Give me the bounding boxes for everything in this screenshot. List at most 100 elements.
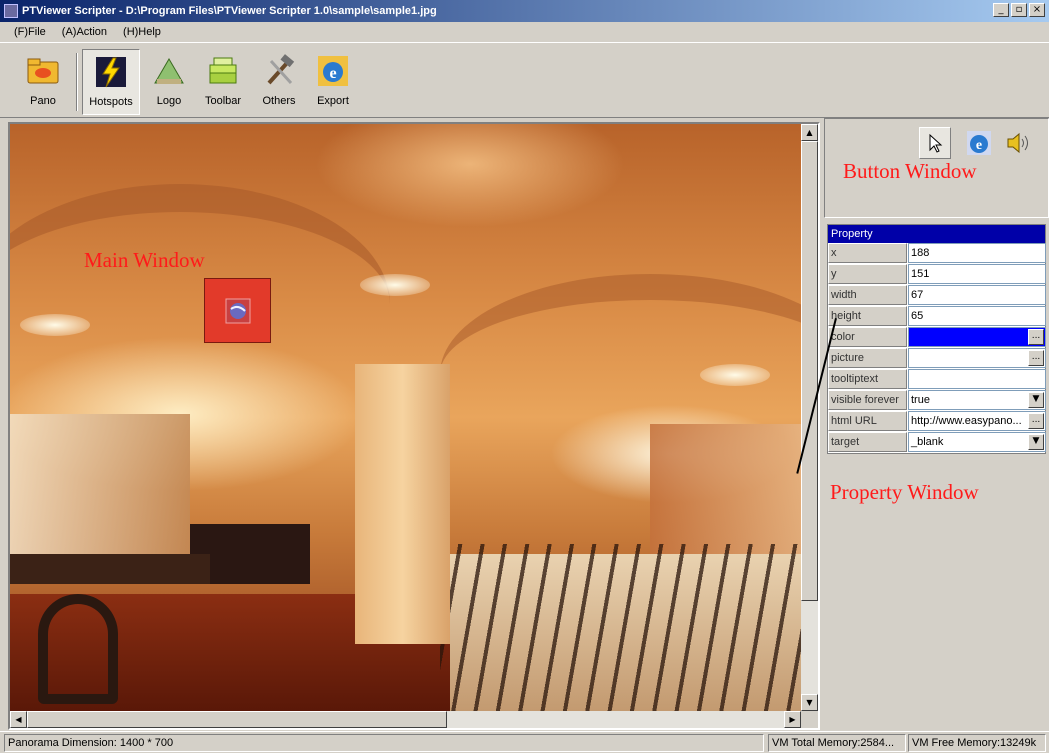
toolbar-export-button[interactable]: e Export [304,49,362,115]
property-key: picture [828,348,907,368]
main-window-callout: Main Window [84,248,205,272]
dining-wall [10,414,190,574]
property-row-y: y 151 [828,264,1046,285]
toolbar-others-label: Others [262,95,296,107]
property-row-x: x 188 [828,243,1046,264]
button-window: e Button Window [824,118,1049,218]
toolbar: Pano Hotspots Logo Toolbar Others e Expo… [0,42,1049,118]
property-picture-field[interactable]: ... [908,348,1046,368]
url-browse-button[interactable]: ... [1028,413,1044,429]
property-key: target [828,432,907,452]
chevron-down-icon[interactable]: ▼ [1028,434,1044,450]
menu-help[interactable]: (H)Help [121,25,163,39]
property-row-picture: picture ... [828,348,1046,369]
toolbar-toolbar-button[interactable]: Toolbar [194,49,252,115]
pointer-icon [929,133,943,153]
tools-icon [261,53,297,89]
property-color-swatch[interactable]: ... [908,327,1046,347]
total-memory-status: VM Total Memory:2584... [768,734,906,752]
property-key: html URL [828,411,907,431]
folder-icon [25,53,61,89]
maximize-button[interactable]: ▫ [1011,3,1027,17]
property-key: height [828,306,907,326]
picture-browse-button[interactable]: ... [1028,350,1044,366]
property-x-field[interactable]: 188 [908,243,1046,263]
property-key: color [828,327,907,347]
stair-railing [440,544,801,711]
property-row-visible-forever: visible forever true ▼ [828,390,1046,411]
scroll-left-button[interactable]: ◀ [10,711,27,728]
property-width-field[interactable]: 67 [908,285,1046,305]
target-value: _blank [911,436,944,448]
pillar [355,364,450,644]
property-key: y [828,264,907,284]
close-button[interactable]: × [1029,3,1045,17]
dining-table [10,554,210,584]
select-tool-button[interactable] [919,127,951,159]
property-key: visible forever [828,390,907,410]
scroll-right-button[interactable]: ▶ [784,711,801,728]
property-html-url-field[interactable]: http://www.easypano... ... [908,411,1046,431]
toolbar-logo-label: Logo [156,95,182,107]
scroll-up-button[interactable]: ▲ [801,124,818,141]
property-height-field[interactable]: 65 [908,306,1046,326]
toolbar-toolbar-label: Toolbar [204,95,242,107]
menu-bar: (F)File (A)Action (H)Help [0,22,1049,42]
living-wall [650,424,801,564]
window-controls: _ ▫ × [993,3,1045,17]
free-memory-status: VM Free Memory:13249k [908,734,1046,752]
toolbar-hotspots-button[interactable]: Hotspots [82,49,140,115]
ceiling-light [360,274,430,296]
right-panel: e Button Window Property x 188 y 151 wid… [824,118,1049,730]
main-window[interactable]: Main Window ▲ ▼ ◀ ▶ [8,122,820,730]
property-y-field[interactable]: 151 [908,264,1046,284]
toolbar-pano-label: Pano [30,95,56,107]
hotspot[interactable] [204,278,271,343]
toolbar-hotspots-label: Hotspots [89,96,133,108]
property-row-width: width 67 [828,285,1046,306]
toolbar-separator [76,53,78,111]
property-window-callout: Property Window [830,480,979,504]
property-key: tooltiptext [828,369,907,389]
internet-explorer-icon: e [967,131,991,155]
property-row-color: color ... [828,327,1046,348]
property-visible-forever-select[interactable]: true ▼ [908,390,1046,410]
dining-chair [38,594,118,704]
property-key: x [828,243,907,263]
scroll-down-button[interactable]: ▼ [801,694,818,711]
lightning-icon [93,54,129,90]
menu-file[interactable]: (F)File [12,25,48,39]
toolbar-logo-button[interactable]: Logo [140,49,198,115]
sound-hotspot-button[interactable] [1003,127,1035,159]
html-url-value: http://www.easypano... [911,415,1022,427]
panorama-view[interactable]: Main Window [10,124,801,711]
speaker-icon [1007,132,1028,154]
property-row-html-url: html URL http://www.easypano... ... [828,411,1046,432]
logo-icon [151,53,187,89]
property-window: Property x 188 y 151 width 67 height 65 … [827,224,1046,454]
button-window-callout: Button Window [843,159,977,183]
scroll-corner [801,711,818,728]
horizontal-scrollbar[interactable]: ◀ ▶ [10,711,801,728]
chevron-down-icon[interactable]: ▼ [1028,392,1044,408]
color-picker-button[interactable]: ... [1028,329,1044,345]
minimize-button[interactable]: _ [993,3,1009,17]
toolbar-export-label: Export [317,95,349,107]
toolbar-others-button[interactable]: Others [250,49,308,115]
property-key: width [828,285,907,305]
title-bar: PTViewer Scripter - D:\Program Files\PTV… [0,0,1049,22]
vertical-scroll-thumb[interactable] [801,141,818,601]
svg-text:e: e [976,138,982,153]
status-bar: Panorama Dimension: 1400 * 700 VM Total … [0,731,1049,753]
ceiling-light [20,314,90,336]
horizontal-scroll-thumb[interactable] [27,711,447,728]
svg-text:e: e [329,65,336,82]
property-tooltiptext-field[interactable] [908,369,1046,389]
link-hotspot-button[interactable]: e [963,127,995,159]
toolbar-pano-button[interactable]: Pano [14,49,72,115]
property-target-select[interactable]: _blank ▼ [908,432,1046,452]
property-row-tooltiptext: tooltiptext [828,369,1046,390]
menu-action[interactable]: (A)Action [60,25,109,39]
visible-forever-value: true [911,394,930,406]
ceiling-arc [10,184,390,424]
